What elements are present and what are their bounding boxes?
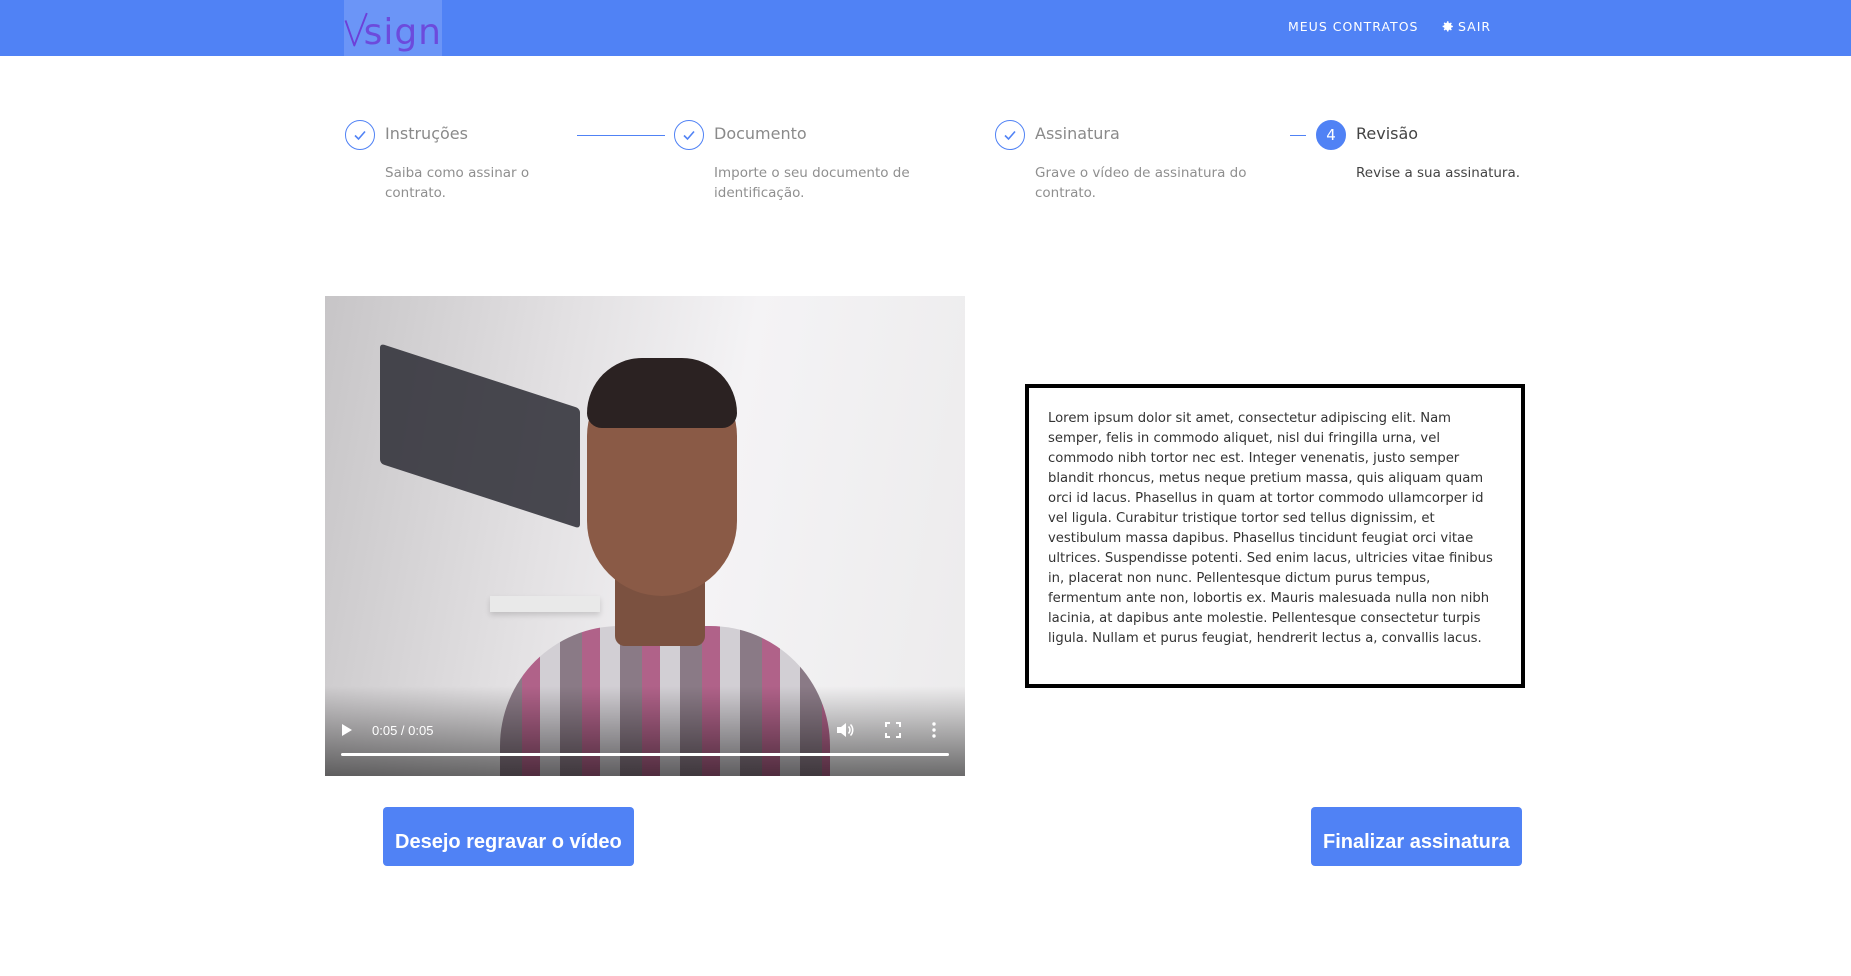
- top-navbar: sign MEUS CONTRATOS SAIR: [0, 0, 1851, 56]
- step-check-circle: [674, 120, 704, 150]
- play-icon[interactable]: [342, 724, 352, 736]
- more-options-icon[interactable]: [931, 722, 937, 738]
- step-title: Revisão: [1356, 124, 1419, 143]
- vsign-logo[interactable]: sign: [344, 0, 442, 56]
- gear-icon: [1442, 21, 1453, 32]
- fullscreen-icon[interactable]: [885, 722, 901, 738]
- step-description: Importe o seu documento de identificação…: [714, 165, 910, 201]
- step-check-circle: [345, 120, 375, 150]
- step-connector-3: [1290, 135, 1306, 136]
- video-progress-bar[interactable]: [341, 753, 949, 756]
- video-time: 0:05 / 0:05: [372, 723, 434, 738]
- step-number-circle: 4: [1316, 120, 1346, 150]
- video-person-hair: [587, 358, 737, 428]
- step-title: Documento: [714, 124, 807, 143]
- check-icon: [354, 130, 366, 141]
- video-background-shelf-2: [490, 596, 600, 612]
- nav-my-contracts-link[interactable]: MEUS CONTRATOS: [1288, 19, 1418, 34]
- step-description: Grave o vídeo de assinatura do contrato.: [1035, 165, 1247, 201]
- check-icon: [683, 130, 695, 141]
- nav-exit-label: SAIR: [1458, 19, 1492, 34]
- volume-icon[interactable]: [836, 722, 854, 738]
- step-description: Revise a sua assinatura.: [1356, 165, 1521, 181]
- step-title: Assinatura: [1035, 124, 1120, 143]
- signature-video-player[interactable]: 0:05 / 0:05: [325, 296, 965, 776]
- check-icon: [1004, 130, 1016, 141]
- step-connector-1: [577, 135, 665, 136]
- finish-signature-button[interactable]: Finalizar assinatura: [1311, 807, 1522, 866]
- contract-text-box: Lorem ipsum dolor sit amet, consectetur …: [1025, 384, 1525, 688]
- rerecord-video-button[interactable]: Desejo regravar o vídeo: [383, 807, 634, 866]
- video-controls-bar: 0:05 / 0:05: [325, 686, 965, 776]
- nav-exit-link[interactable]: SAIR: [1441, 19, 1491, 34]
- contract-text: Lorem ipsum dolor sit amet, consectetur …: [1048, 411, 1493, 646]
- logo-text: sign: [363, 11, 442, 53]
- step-title: Instruções: [385, 124, 468, 143]
- video-background-shelf: [380, 343, 580, 529]
- step-description: Saiba como assinar o contrato.: [385, 165, 530, 201]
- step-check-circle: [995, 120, 1025, 150]
